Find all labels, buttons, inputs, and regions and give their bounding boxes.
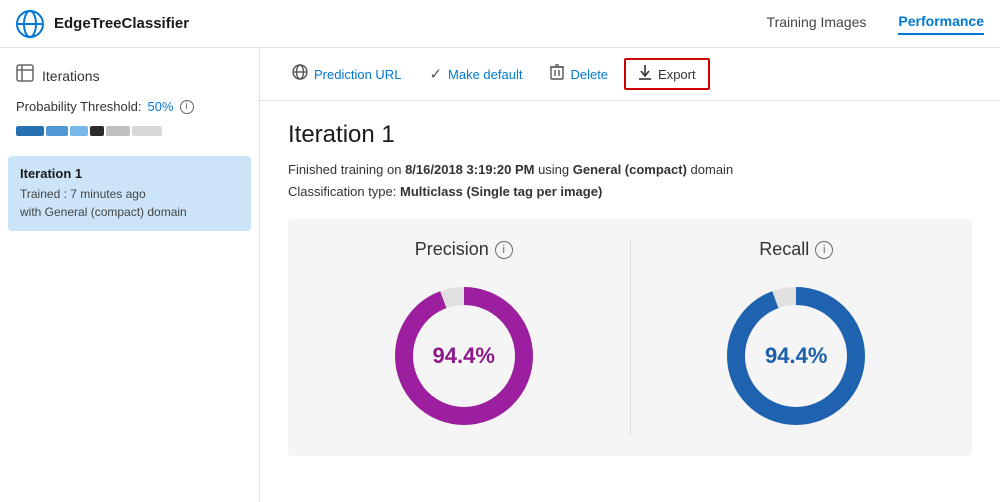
iterations-label: Iterations — [42, 68, 100, 84]
iteration-card-sub1: Trained : 7 minutes ago — [20, 185, 239, 203]
training-info-line2: Classification type: Multiclass (Single … — [288, 181, 972, 203]
sidebar-section-title: Iterations — [0, 64, 259, 99]
training-info-classification-prefix: Classification type: — [288, 184, 400, 199]
recall-label: Recall — [759, 239, 809, 260]
iteration-card[interactable]: Iteration 1 Trained : 7 minutes ago with… — [8, 156, 251, 231]
header-nav: Training Images Performance — [767, 13, 984, 35]
nav-training-images[interactable]: Training Images — [767, 14, 867, 34]
recall-info-icon[interactable]: i — [815, 241, 833, 259]
bar-seg-1 — [16, 126, 44, 136]
bar-seg-6 — [132, 126, 162, 136]
recall-donut: 94.4% — [716, 276, 876, 436]
export-label: Export — [658, 67, 696, 82]
app-logo-area: EdgeTreeClassifier — [16, 10, 767, 38]
app-logo-icon — [16, 10, 44, 38]
iteration-card-title: Iteration 1 — [20, 166, 239, 181]
bar-seg-5 — [106, 126, 130, 136]
bar-seg-2 — [46, 126, 68, 136]
make-default-button[interactable]: ✓ Make default — [417, 59, 534, 89]
make-default-label: Make default — [448, 67, 522, 82]
training-info-using: using — [534, 162, 572, 177]
precision-block: Precision i 94.4% — [308, 239, 620, 436]
probability-row: Probability Threshold: 50% i — [0, 99, 259, 122]
precision-label: Precision — [415, 239, 489, 260]
export-icon — [638, 64, 652, 84]
main-layout: Iterations Probability Threshold: 50% i … — [0, 48, 1000, 502]
training-info-date: 8/16/2018 3:19:20 PM — [405, 162, 534, 177]
threshold-label: Probability Threshold: — [16, 99, 142, 114]
globe-icon — [292, 64, 308, 84]
threshold-value: 50% — [148, 99, 174, 114]
iteration-title: Iteration 1 — [288, 121, 972, 149]
prediction-url-label: Prediction URL — [314, 67, 401, 82]
content-area: Prediction URL ✓ Make default Delete — [260, 48, 1000, 502]
delete-icon — [550, 64, 564, 84]
training-info-line1: Finished training on 8/16/2018 3:19:20 P… — [288, 159, 972, 181]
bar-seg-4 — [90, 126, 104, 136]
main-content: Iteration 1 Finished training on 8/16/20… — [260, 101, 1000, 502]
app-title: EdgeTreeClassifier — [54, 15, 189, 32]
nav-performance[interactable]: Performance — [898, 13, 984, 35]
delete-button[interactable]: Delete — [538, 58, 620, 90]
recall-value: 94.4% — [765, 343, 827, 369]
checkmark-icon: ✓ — [429, 65, 442, 83]
training-info-prefix: Finished training on — [288, 162, 405, 177]
export-button[interactable]: Export — [624, 58, 710, 90]
iteration-card-sub2: with General (compact) domain — [20, 203, 239, 221]
training-info-domain: General (compact) — [573, 162, 687, 177]
precision-info-icon[interactable]: i — [495, 241, 513, 259]
training-info-classification: Multiclass (Single tag per image) — [400, 184, 602, 199]
recall-label-row: Recall i — [759, 239, 833, 260]
delete-label: Delete — [570, 67, 608, 82]
prediction-url-button[interactable]: Prediction URL — [280, 58, 413, 90]
recall-block: Recall i 94.4% — [641, 239, 953, 436]
threshold-bar — [0, 122, 259, 152]
toolbar: Prediction URL ✓ Make default Delete — [260, 48, 1000, 101]
precision-label-row: Precision i — [415, 239, 513, 260]
bar-seg-3 — [70, 126, 88, 136]
sidebar: Iterations Probability Threshold: 50% i … — [0, 48, 260, 502]
training-info: Finished training on 8/16/2018 3:19:20 P… — [288, 159, 972, 203]
training-info-domain-suffix: domain — [687, 162, 733, 177]
header: EdgeTreeClassifier Training Images Perfo… — [0, 0, 1000, 48]
metric-divider — [630, 239, 631, 436]
metrics-section: Precision i 94.4% — [288, 219, 972, 456]
iterations-icon — [16, 64, 34, 87]
precision-value: 94.4% — [433, 343, 495, 369]
threshold-info-icon[interactable]: i — [180, 100, 194, 114]
precision-donut: 94.4% — [384, 276, 544, 436]
